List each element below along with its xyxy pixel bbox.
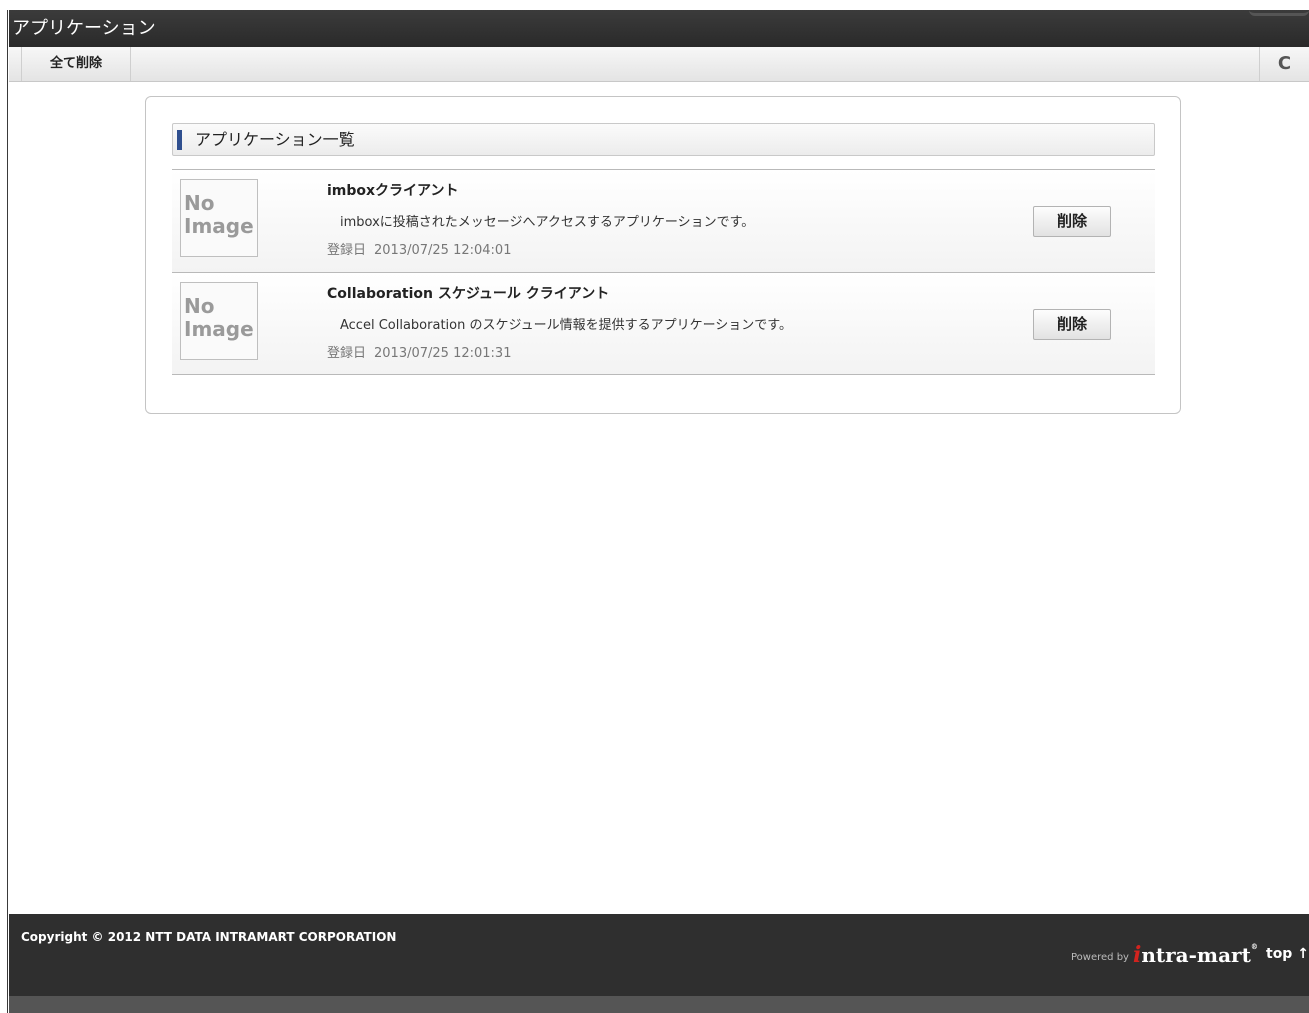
registration-date-value: 2013/07/25 12:01:31 [374, 346, 512, 361]
application-description: imboxに投稿されたメッセージへアクセスするアプリケーションです。 [340, 215, 755, 230]
application-row: No Image imboxクライアント imboxに投稿されたメッセージへアク… [172, 169, 1155, 272]
footer: Copyright © 2012 NTT DATA INTRAMART CORP… [9, 914, 1309, 996]
application-name: Collaboration スケジュール クライアント [327, 286, 610, 302]
thumbnail-text-no: No [184, 294, 215, 318]
delete-button[interactable]: 削除 [1033, 206, 1111, 237]
no-image-thumbnail: No Image [180, 179, 258, 257]
delete-all-button[interactable]: 全て削除 [21, 47, 131, 81]
powered-by-text: Powered by [1071, 952, 1129, 963]
toolbar: 全て削除 C [9, 47, 1309, 82]
application-row: No Image Collaboration スケジュール クライアント Acc… [172, 272, 1155, 375]
application-name: imboxクライアント [327, 183, 459, 199]
registration-date-value: 2013/07/25 12:04:01 [374, 243, 512, 258]
application-description: Accel Collaboration のスケジュール情報を提供するアプリケーシ… [340, 318, 793, 333]
title-bar: アプリケーション [9, 10, 1309, 47]
bottom-strip [9, 996, 1309, 1013]
app-window: アプリケーション 全て削除 C アプリケーション一覧 No Image imbo… [0, 0, 1309, 1013]
registration-date-label: 登録日 [327, 346, 367, 361]
registration-date: 登録日 2013/07/25 12:01:31 [327, 342, 511, 361]
delete-button[interactable]: 削除 [1033, 309, 1111, 340]
thumbnail-text-image: Image [184, 317, 254, 341]
application-list: No Image imboxクライアント imboxに投稿されたメッセージへアク… [172, 169, 1155, 375]
section-accent-bar [177, 130, 182, 150]
section-header: アプリケーション一覧 [172, 123, 1155, 156]
logo-text: ntra-mart [1141, 943, 1251, 967]
application-list-panel: アプリケーション一覧 No Image imboxクライアント imboxに投稿… [145, 96, 1181, 414]
registration-date-label: 登録日 [327, 243, 367, 258]
back-to-top-link[interactable]: top ↑ [1266, 946, 1309, 962]
copyright-text: Copyright © 2012 NTT DATA INTRAMART CORP… [21, 930, 397, 944]
corner-decoration [1249, 10, 1309, 16]
section-title: アプリケーション一覧 [195, 130, 355, 149]
logo-registered-mark: ® [1250, 942, 1258, 951]
no-image-thumbnail: No Image [180, 282, 258, 360]
window-title: アプリケーション [12, 18, 156, 39]
top-strip [0, 0, 1309, 10]
thumbnail-text-image: Image [184, 214, 254, 238]
left-edge [0, 10, 8, 1013]
intra-mart-logo: intra-mart® [1133, 942, 1258, 968]
refresh-icon[interactable]: C [1259, 47, 1309, 81]
thumbnail-text-no: No [184, 191, 215, 215]
registration-date: 登録日 2013/07/25 12:04:01 [327, 239, 511, 258]
